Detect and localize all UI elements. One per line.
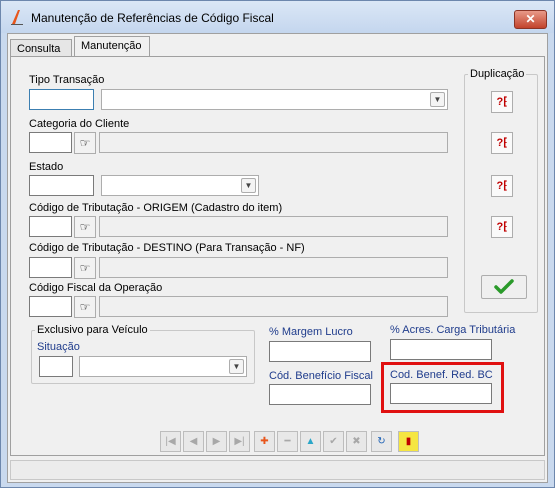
first-icon: |◀ bbox=[165, 436, 176, 447]
edit-icon: ▲ bbox=[305, 436, 316, 447]
app-logo-icon bbox=[11, 10, 23, 25]
prev-record-button[interactable]: ◀ bbox=[183, 431, 204, 452]
duplicate-icon: ?⁅ bbox=[496, 137, 508, 149]
refresh-icon: ↻ bbox=[377, 436, 386, 447]
pointing-hand-icon: ☞ bbox=[79, 220, 91, 234]
categoria-cliente-label: Categoria do Cliente bbox=[29, 118, 130, 130]
tab-manutencao[interactable]: Manutenção bbox=[74, 36, 150, 56]
acres-carga-label: % Acres. Carga Tributária bbox=[390, 324, 516, 336]
prev-icon: ◀ bbox=[189, 436, 198, 447]
exclusivo-veiculo-label: Exclusivo para Veículo bbox=[35, 324, 150, 336]
tab-consulta[interactable]: Consulta bbox=[10, 39, 72, 56]
margem-lucro-label: % Margem Lucro bbox=[269, 326, 353, 338]
categoria-cliente-description bbox=[99, 132, 448, 153]
checkmark-icon bbox=[494, 279, 514, 294]
situacao-label: Situação bbox=[37, 341, 80, 353]
first-record-button[interactable]: |◀ bbox=[160, 431, 181, 452]
cst-destino-lookup-button[interactable]: ☞ bbox=[74, 257, 96, 279]
estado-select[interactable]: ▼ bbox=[101, 175, 259, 196]
cod-beneficio-fiscal-label: Cód. Benefício Fiscal bbox=[269, 370, 373, 382]
categoria-cliente-lookup-button[interactable]: ☞ bbox=[74, 132, 96, 154]
confirm-button[interactable]: ✔ bbox=[323, 431, 344, 452]
delete-button[interactable]: ━ bbox=[277, 431, 298, 452]
categoria-cliente-code-input[interactable] bbox=[29, 132, 72, 153]
pointing-hand-icon: ☞ bbox=[79, 136, 91, 150]
cancel-button[interactable]: ✖ bbox=[346, 431, 367, 452]
x-icon: ✖ bbox=[352, 436, 361, 447]
duplicate-estado-button[interactable]: ?⁅ bbox=[491, 175, 513, 197]
exit-button[interactable]: ▮ bbox=[398, 431, 419, 452]
cst-origem-description bbox=[99, 216, 448, 237]
client-area: Consulta Manutenção Tipo Transação ▼ Cat… bbox=[7, 33, 548, 483]
cst-origem-code-input[interactable] bbox=[29, 216, 72, 237]
cod-benef-red-bc-input[interactable] bbox=[390, 383, 492, 404]
cfop-lookup-button[interactable]: ☞ bbox=[74, 296, 96, 318]
maintenance-panel: Tipo Transação ▼ Categoria do Cliente ☞ … bbox=[10, 56, 545, 456]
main-window: Manutenção de Referências de Código Fisc… bbox=[0, 0, 555, 488]
duplicate-icon: ?⁅ bbox=[496, 221, 508, 233]
cfop-code-input[interactable] bbox=[29, 296, 72, 317]
last-icon: ▶| bbox=[234, 436, 245, 447]
margem-lucro-input[interactable] bbox=[269, 341, 371, 362]
duplicacao-ok-button[interactable] bbox=[481, 275, 527, 299]
chevron-down-icon[interactable]: ▼ bbox=[430, 92, 445, 107]
tipo-transacao-label: Tipo Transação bbox=[29, 74, 105, 86]
duplicate-icon: ?⁅ bbox=[496, 180, 508, 192]
acres-carga-input[interactable] bbox=[390, 339, 492, 360]
add-button[interactable]: ✚ bbox=[254, 431, 275, 452]
duplicate-icon: ?⁅ bbox=[496, 96, 508, 108]
chevron-down-icon[interactable]: ▼ bbox=[229, 359, 244, 374]
duplicate-cst-origem-button[interactable]: ?⁅ bbox=[491, 216, 513, 238]
minus-icon: ━ bbox=[284, 436, 291, 447]
cfop-label: Código Fiscal da Operação bbox=[29, 282, 163, 294]
duplicacao-label: Duplicação bbox=[468, 68, 527, 80]
tipo-transacao-code-input[interactable] bbox=[29, 89, 94, 110]
pointing-hand-icon: ☞ bbox=[79, 261, 91, 275]
tipo-transacao-select[interactable]: ▼ bbox=[101, 89, 448, 110]
close-button[interactable]: ✕ bbox=[514, 10, 547, 29]
cod-benef-red-bc-label: Cod. Benef. Red. BC bbox=[390, 369, 493, 381]
cst-destino-description bbox=[99, 257, 448, 278]
cst-destino-label: Código de Tributação - DESTINO (Para Tra… bbox=[29, 242, 305, 254]
cst-destino-code-input[interactable] bbox=[29, 257, 72, 278]
door-exit-icon: ▮ bbox=[405, 436, 412, 447]
title-bar: Manutenção de Referências de Código Fisc… bbox=[1, 1, 554, 33]
cst-origem-lookup-button[interactable]: ☞ bbox=[74, 216, 96, 238]
next-record-button[interactable]: ▶ bbox=[206, 431, 227, 452]
situacao-code-input[interactable] bbox=[39, 356, 73, 377]
situacao-select[interactable]: ▼ bbox=[79, 356, 247, 377]
estado-label: Estado bbox=[29, 161, 64, 173]
edit-button[interactable]: ▲ bbox=[300, 431, 321, 452]
pointing-hand-icon: ☞ bbox=[79, 300, 91, 314]
refresh-button[interactable]: ↻ bbox=[371, 431, 392, 452]
window-title: Manutenção de Referências de Código Fisc… bbox=[31, 11, 274, 25]
cod-beneficio-fiscal-input[interactable] bbox=[269, 384, 371, 405]
plus-icon: ✚ bbox=[260, 436, 269, 447]
estado-code-input[interactable] bbox=[29, 175, 94, 196]
check-icon: ✔ bbox=[329, 436, 338, 447]
next-icon: ▶ bbox=[212, 436, 221, 447]
status-bar bbox=[10, 460, 545, 480]
chevron-down-icon[interactable]: ▼ bbox=[241, 178, 256, 193]
duplicate-tipo-transacao-button[interactable]: ?⁅ bbox=[491, 91, 513, 113]
last-record-button[interactable]: ▶| bbox=[229, 431, 250, 452]
duplicate-categoria-cliente-button[interactable]: ?⁅ bbox=[491, 132, 513, 154]
cst-origem-label: Código de Tributação - ORIGEM (Cadastro … bbox=[29, 202, 283, 214]
cfop-description bbox=[99, 296, 448, 317]
